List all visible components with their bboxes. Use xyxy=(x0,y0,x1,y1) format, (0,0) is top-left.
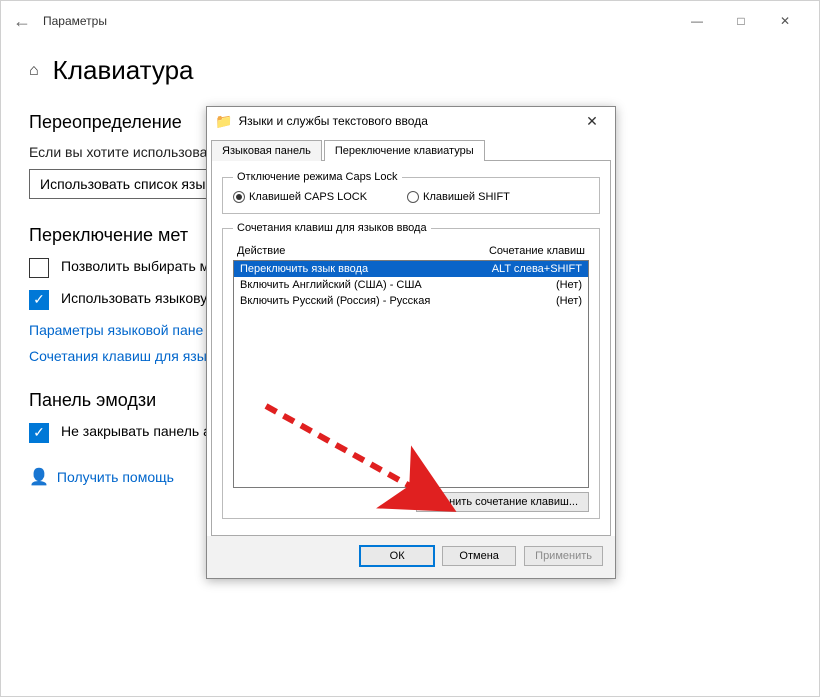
ok-button[interactable]: ОК xyxy=(360,546,434,566)
dialog-close-icon[interactable]: ✕ xyxy=(577,113,607,130)
capslock-legend: Отключение режима Caps Lock xyxy=(233,171,402,183)
apply-button: Применить xyxy=(524,546,603,566)
close-icon[interactable]: ✕ xyxy=(763,6,807,36)
dialog-title: Языки и службы текстового ввода xyxy=(238,114,427,128)
list-item[interactable]: Включить Русский (Россия) - Русская (Нет… xyxy=(234,293,588,309)
radio-icon xyxy=(407,191,419,203)
checkbox-allow-app[interactable] xyxy=(29,258,49,278)
col-action: Действие xyxy=(237,245,465,257)
page-title: Клавиатура xyxy=(53,55,194,86)
text-services-dialog: 📁 Языки и службы текстового ввода ✕ Язык… xyxy=(206,106,616,579)
hotkeys-legend: Сочетания клавиш для языков ввода xyxy=(233,222,431,234)
hotkeys-listbox[interactable]: Переключить язык ввода ALT слева+SHIFT В… xyxy=(233,260,589,488)
tab-language-bar[interactable]: Языковая панель xyxy=(211,140,322,161)
hotkeys-group: Сочетания клавиш для языков ввода Действ… xyxy=(222,222,600,519)
dropdown-label: Использовать список язы xyxy=(40,176,205,192)
home-icon[interactable]: ⌂ xyxy=(29,62,39,80)
capslock-group: Отключение режима Caps Lock Клавишей CAP… xyxy=(222,171,600,214)
checkbox-emoji[interactable]: ✓ xyxy=(29,423,49,443)
list-item[interactable]: Переключить язык ввода ALT слева+SHIFT xyxy=(234,261,588,277)
cancel-button[interactable]: Отмена xyxy=(442,546,516,566)
tab-keyboard-switch[interactable]: Переключение клавиатуры xyxy=(324,140,485,161)
col-combo: Сочетание клавиш xyxy=(465,245,585,257)
change-hotkey-button[interactable]: Сменить сочетание клавиш... xyxy=(416,492,589,512)
maximize-icon[interactable]: □ xyxy=(719,6,763,36)
dialog-icon: 📁 xyxy=(215,113,232,130)
help-link[interactable]: Получить помощь xyxy=(57,469,174,485)
back-icon[interactable]: ← xyxy=(13,11,31,32)
radio-shift[interactable]: Клавишей SHIFT xyxy=(407,191,510,203)
minimize-icon[interactable]: — xyxy=(675,6,719,36)
help-icon: 👤 xyxy=(29,467,49,487)
radio-capslock[interactable]: Клавишей CAPS LOCK xyxy=(233,191,367,203)
radio-icon xyxy=(233,191,245,203)
list-item[interactable]: Включить Английский (США) - США (Нет) xyxy=(234,277,588,293)
window-title: Параметры xyxy=(43,14,107,28)
checkbox-use-langbar[interactable]: ✓ xyxy=(29,290,49,310)
